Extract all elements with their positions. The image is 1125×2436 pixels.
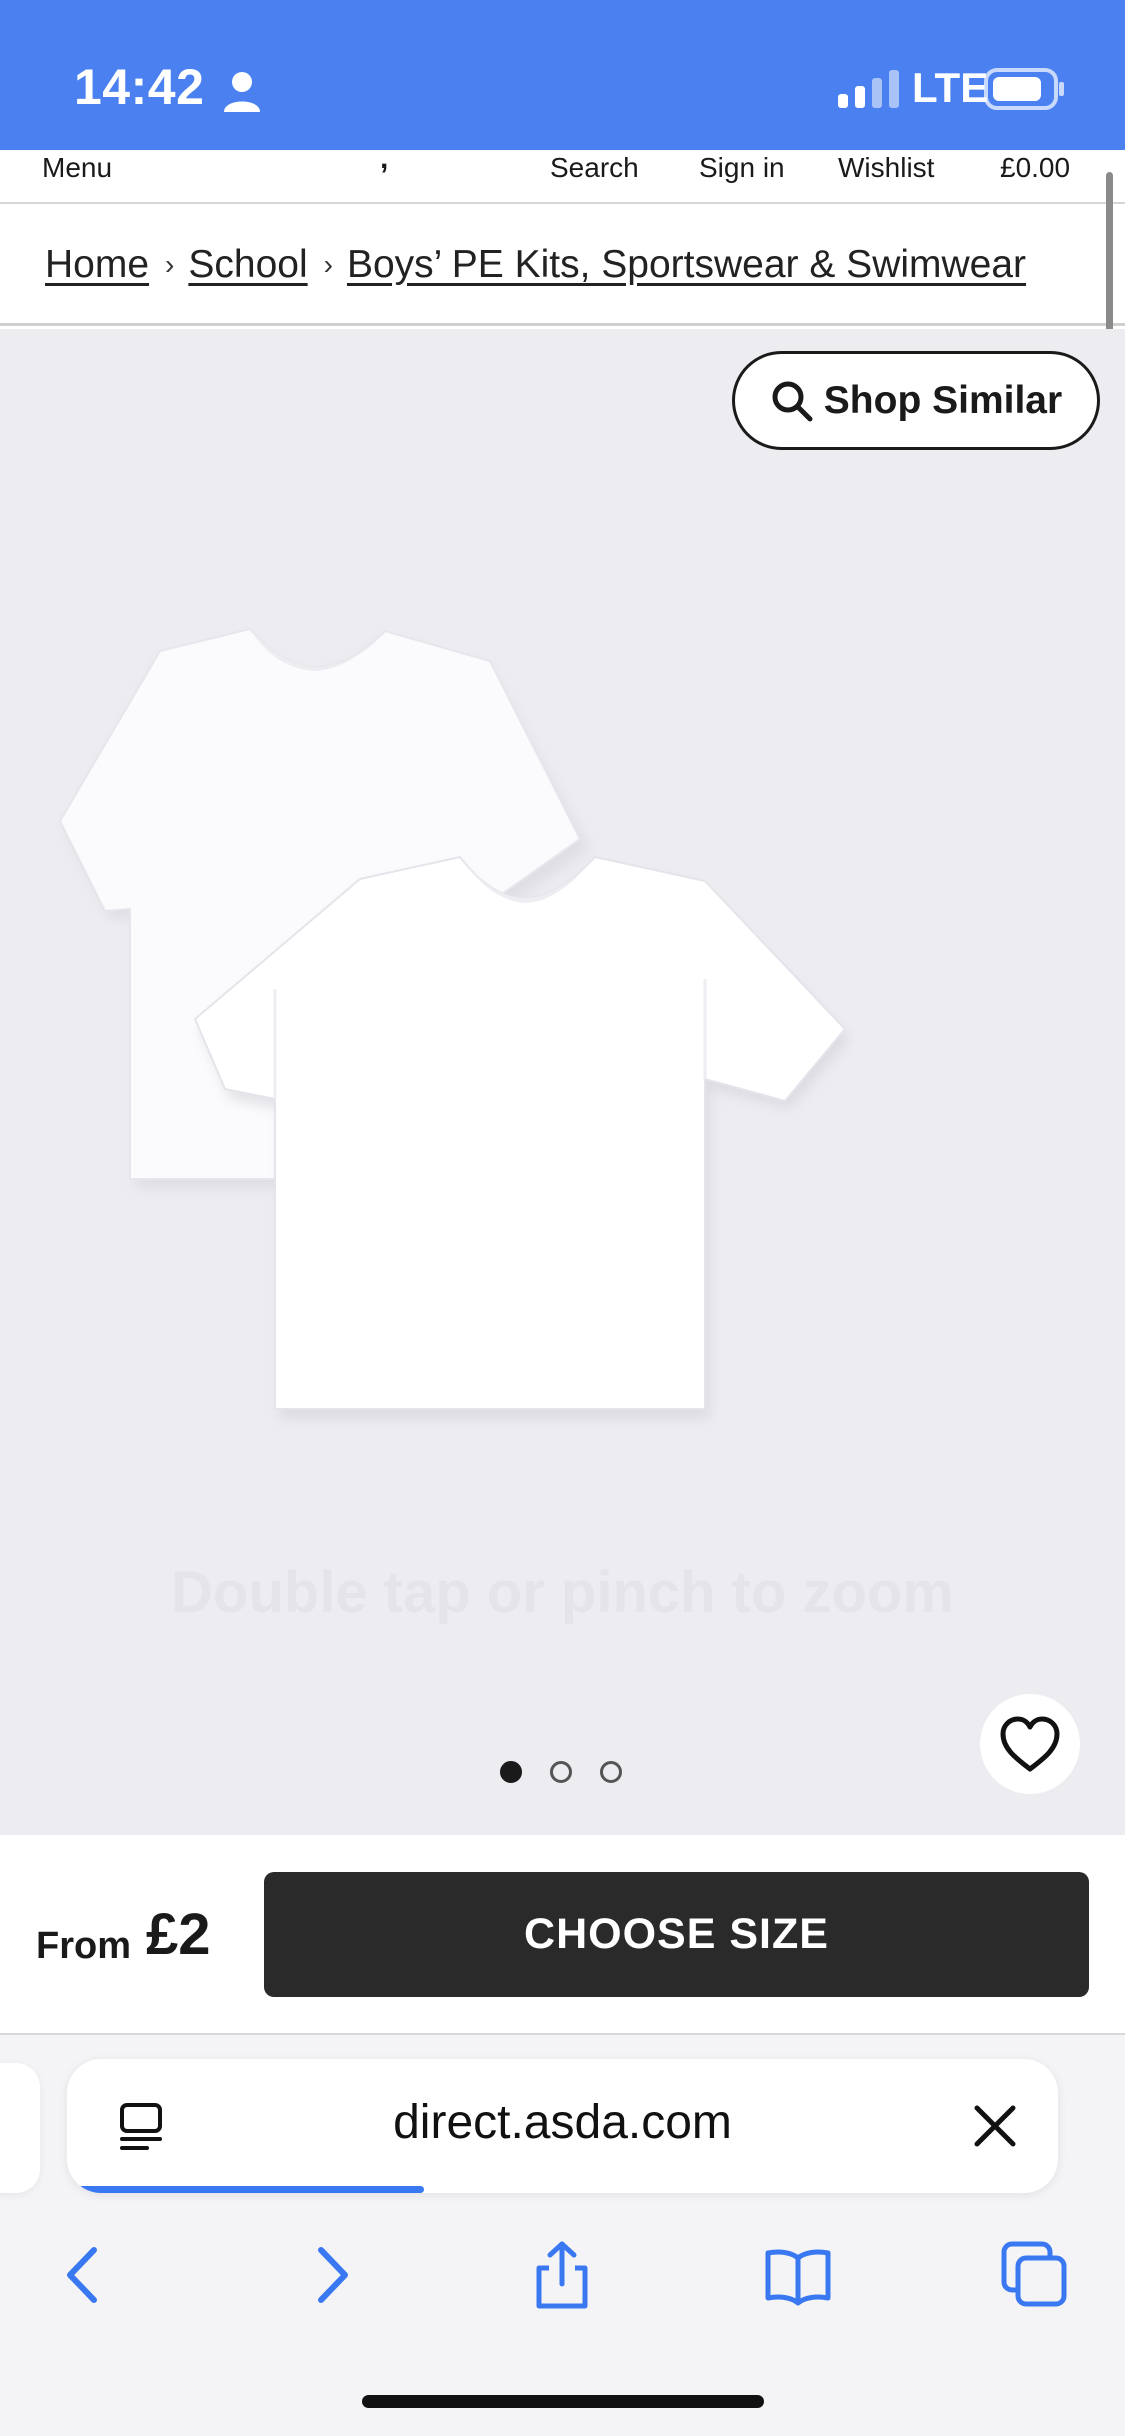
breadcrumb-category[interactable]: Boys’ PE Kits, Sportswear & Swimwear [347, 243, 1026, 287]
shop-similar-button[interactable]: Shop Similar [732, 351, 1100, 450]
page-load-progress [67, 2186, 1058, 2193]
zoom-hint: Double tap or pinch to zoom [171, 1560, 954, 1625]
battery-icon [984, 68, 1064, 110]
browser-toolbar: direct.asda.com [0, 2035, 1125, 2436]
network-type: LTE [912, 64, 989, 111]
home-indicator[interactable] [362, 2395, 764, 2408]
heart-icon [1000, 1716, 1060, 1772]
chevron-right-icon: › [323, 248, 333, 280]
site-logo[interactable]: , [380, 142, 388, 176]
product-gallery[interactable]: Shop Similar Double tap or pinch to zoom [0, 329, 1125, 1835]
basket-total[interactable]: £0.00 [1000, 152, 1070, 184]
chevron-right-icon: › [165, 248, 175, 280]
close-icon[interactable] [972, 2103, 1018, 2149]
share-icon [536, 2241, 588, 2309]
site-header: Menu , Search Sign in Wishlist £0.00 [0, 142, 1125, 204]
product-image[interactable] [50, 589, 1070, 1449]
person-icon [224, 72, 260, 112]
tabs-button[interactable] [990, 2235, 1080, 2315]
image-pagination [500, 1761, 622, 1783]
status-time: 14:42 [74, 59, 205, 115]
share-button[interactable] [517, 2235, 607, 2315]
breadcrumb-home[interactable]: Home [45, 243, 149, 287]
bookmarks-button[interactable] [753, 2235, 843, 2315]
search-icon [772, 381, 813, 421]
sign-in-link[interactable]: Sign in [699, 152, 785, 184]
forward-button[interactable] [285, 2235, 375, 2315]
pagination-dot[interactable] [600, 1761, 622, 1783]
add-to-wishlist-button[interactable] [980, 1694, 1080, 1794]
address-bar[interactable]: direct.asda.com [67, 2059, 1058, 2193]
pagination-dot[interactable] [550, 1761, 572, 1783]
page-load-progress-fill [67, 2186, 424, 2193]
previous-tab-preview[interactable] [0, 2063, 40, 2193]
tabs-icon [1001, 2241, 1067, 2307]
bookmarks-icon [765, 2249, 831, 2306]
signal-icon [838, 70, 899, 108]
breadcrumb-school[interactable]: School [188, 243, 307, 287]
status-bar: 14:42 LTE [0, 0, 1125, 150]
breadcrumb: Home › School › Boys’ PE Kits, Sportswea… [0, 206, 1125, 326]
forward-icon [318, 2247, 348, 2303]
choose-size-button[interactable]: CHOOSE SIZE [264, 1872, 1089, 1997]
purchase-bar: From £2 CHOOSE SIZE [0, 1835, 1125, 2035]
url-text[interactable]: direct.asda.com [67, 2095, 1058, 2150]
back-button[interactable] [40, 2235, 130, 2315]
search-link[interactable]: Search [550, 152, 639, 184]
back-icon [67, 2247, 97, 2303]
menu-link[interactable]: Menu [42, 152, 112, 184]
price: £2 [146, 1902, 211, 1967]
pagination-dot[interactable] [500, 1761, 522, 1783]
wishlist-link[interactable]: Wishlist [838, 152, 934, 184]
from-label: From [36, 1925, 131, 1967]
shop-similar-label: Shop Similar [823, 378, 1063, 422]
